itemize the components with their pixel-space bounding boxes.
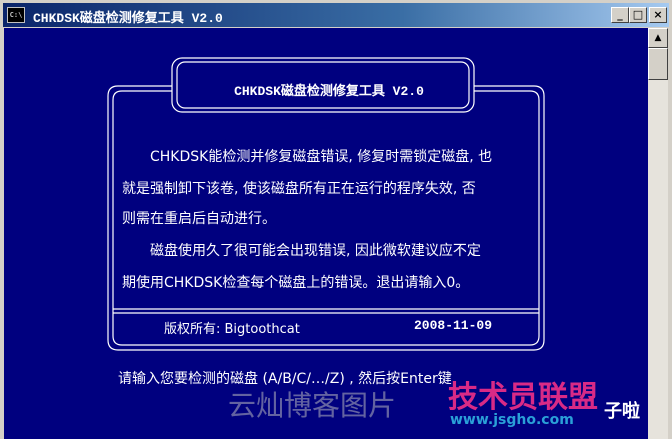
vertical-scrollbar[interactable]: ▲ xyxy=(648,28,668,439)
console-window: C:\ CHKDSK磁盘检测修复工具 V2.0 _ □ × CHKDSK磁盘检测… xyxy=(0,0,672,439)
description-line-4: 磁盘使用久了很可能会出现错误, 因此微软建议应不定 xyxy=(150,243,481,259)
close-button[interactable]: × xyxy=(649,7,667,23)
copyright-owner: 版权所有: Bigtoothcat xyxy=(164,322,300,337)
scroll-up-arrow-icon[interactable]: ▲ xyxy=(648,28,668,48)
scroll-thumb[interactable] xyxy=(648,48,668,80)
window-title: CHKDSK磁盘检测修复工具 V2.0 xyxy=(33,11,223,26)
brand-watermark: 技术员联盟 xyxy=(448,380,598,415)
description-line-2: 就是强制卸下该卷, 使该磁盘所有正在运行的程序失效, 否 xyxy=(122,181,476,197)
description-line-1: CHKDSK能检测并修复磁盘错误, 修复时需锁定磁盘, 也 xyxy=(150,149,493,165)
maximize-button[interactable]: □ xyxy=(629,7,647,23)
site-watermark: 云灿博客图片 xyxy=(228,389,397,422)
minimize-button[interactable]: _ xyxy=(611,7,629,23)
title-bar[interactable]: C:\ CHKDSK磁盘检测修复工具 V2.0 _ □ × xyxy=(3,3,669,27)
console-app-icon[interactable]: C:\ xyxy=(7,7,25,23)
console-area[interactable]: CHKDSK磁盘检测修复工具 V2.0 CHKDSK能检测并修复磁盘错误, 修复… xyxy=(4,28,648,439)
console-heading: CHKDSK磁盘检测修复工具 V2.0 xyxy=(234,84,424,99)
brand-suffix-watermark: 子啦 xyxy=(604,401,640,422)
description-line-3: 则需在重启后自动进行。 xyxy=(122,211,276,227)
description-line-5: 期使用CHKDSK检查每个磁盘上的错误。退出请输入0。 xyxy=(122,275,470,291)
release-date: 2008-11-09 xyxy=(414,318,493,333)
url-watermark: www.jsgho.com xyxy=(450,412,574,428)
